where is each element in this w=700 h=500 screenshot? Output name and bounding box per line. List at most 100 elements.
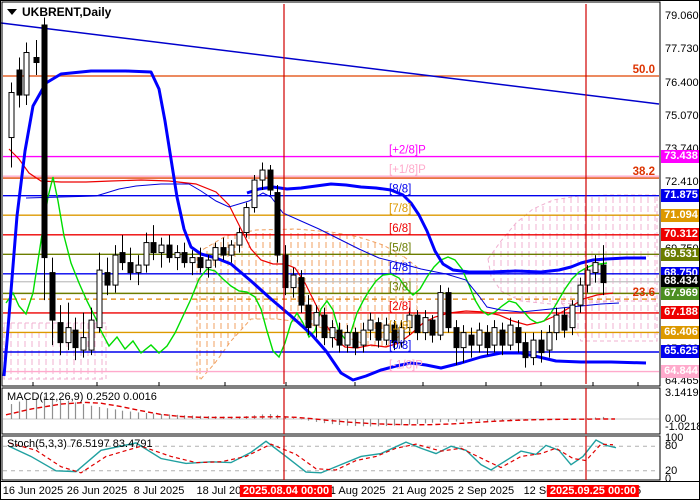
candle-body: [229, 245, 234, 255]
price-level-box: 66.406: [661, 326, 700, 339]
candle-body: [144, 243, 149, 266]
candle-body: [113, 255, 118, 285]
symbol-dropdown[interactable]: UKBRENT,Daily: [7, 5, 111, 19]
price-level-box: 71.094: [661, 209, 700, 222]
price-axis[interactable]: 79.06077.73076.40075.07073.74072.41071.0…: [661, 1, 700, 481]
candle-body: [485, 333, 490, 348]
price-level-box: 64.844: [661, 365, 700, 378]
candle-body: [523, 343, 528, 358]
macd-label: MACD(12,26,9) 0.2520 0.0016: [7, 391, 157, 403]
price-level-box: 65.625: [661, 345, 700, 358]
symbol-period-label: UKBRENT,Daily: [22, 5, 111, 19]
price-level-box: 69.531: [661, 248, 700, 261]
candle-body: [492, 328, 497, 346]
price-level-box: 70.312: [661, 228, 700, 241]
candle-body: [299, 278, 304, 306]
candle-body: [136, 265, 141, 273]
candle-body: [182, 253, 187, 263]
candle-body: [446, 293, 451, 328]
candle-body: [81, 338, 86, 351]
candle-body: [120, 253, 125, 263]
candle-body: [275, 193, 280, 256]
candle-body: [268, 170, 273, 190]
date-label: 21 Aug 2025: [392, 485, 454, 497]
candle-body: [34, 58, 39, 63]
candle-body: [97, 270, 102, 328]
macd-tick: 3.1419: [665, 387, 699, 399]
main-price-chart[interactable]: [+2/8]P[+1/8]P[8/8][7/8][6/8][5/8][4/8][…: [1, 1, 661, 387]
candle-body: [252, 180, 257, 208]
candle-body: [554, 315, 559, 333]
candle-body: [454, 328, 459, 348]
murrey-label: [1/8]: [389, 320, 411, 332]
candle-body: [353, 333, 358, 348]
price-tick: 72.410: [665, 176, 699, 188]
candle-body: [415, 315, 420, 333]
date-axis[interactable]: 16 Jun 202526 Jun 20258 Jul 202518 Jul 2…: [1, 481, 700, 500]
candle-body: [159, 245, 164, 253]
murrey-label: [6/8]: [389, 223, 411, 235]
candle-body: [50, 273, 55, 321]
price-tick: 75.070: [665, 110, 699, 122]
candle-body: [58, 323, 63, 343]
murrey-label: [7/8]: [389, 203, 411, 215]
date-label: 8 Jul 2025: [134, 485, 185, 497]
candle-body: [477, 330, 482, 345]
date-label: 11 Aug 2025: [325, 485, 386, 497]
candle-body: [167, 245, 172, 258]
candle-body: [531, 340, 536, 358]
candle-body: [17, 70, 22, 95]
date-label: 16 Jun 2025: [3, 485, 64, 497]
price-level-box: 67.188: [661, 306, 700, 319]
candle-body: [593, 263, 598, 273]
candle-body: [206, 260, 211, 268]
candle-body: [508, 325, 513, 345]
candle-body: [361, 330, 366, 345]
candle-body: [368, 320, 373, 330]
candle-body: [423, 318, 428, 333]
candle-body: [73, 330, 78, 348]
date-label-highlighted: 2025.08.04 00:00: [240, 485, 332, 497]
trendline: [1, 23, 659, 104]
candle-body: [175, 253, 180, 258]
stoch-tick: 80: [665, 440, 677, 452]
candle-body: [438, 293, 443, 336]
candle-body: [66, 328, 71, 343]
murrey-label: [2/8]: [389, 301, 411, 313]
candle-body: [570, 305, 575, 328]
price-level-box: 67.969: [661, 287, 700, 300]
candle-body: [291, 275, 296, 288]
candle-body: [151, 243, 156, 253]
murrey-label: [8/8]: [389, 184, 411, 196]
murrey-label: [+1/8]P: [389, 164, 426, 176]
price-tick: 79.060: [665, 10, 699, 22]
price-level-box: 73.438: [661, 150, 700, 163]
candle-body: [42, 25, 47, 258]
candle-body: [24, 53, 29, 96]
candle-body: [461, 333, 466, 348]
candle-body: [601, 265, 606, 283]
candle-body: [190, 258, 195, 263]
candle-body: [306, 305, 311, 328]
candle-body: [516, 328, 521, 343]
price-level-box: 71.875: [661, 189, 700, 202]
candle-body: [322, 315, 327, 338]
candle-body: [578, 285, 583, 305]
murrey-label: [4/8]: [389, 262, 411, 274]
candle-body: [500, 330, 505, 345]
candle-body: [345, 333, 350, 346]
murrey-label: [0/8]: [389, 340, 411, 352]
candle-body: [430, 320, 435, 335]
candle-body: [237, 233, 242, 246]
murrey-label: [3/8]: [389, 281, 411, 293]
price-tick: 76.400: [665, 77, 699, 89]
candle-body: [562, 315, 567, 330]
fib-label: 38.2: [633, 166, 655, 178]
candle-body: [376, 323, 381, 341]
candle-body: [128, 263, 133, 273]
murrey-label: [+2/8]P: [389, 145, 426, 157]
triangle-down-icon[interactable]: [7, 9, 17, 15]
candle-body: [198, 258, 203, 268]
candle-body: [244, 208, 249, 233]
candle-body: [469, 335, 474, 345]
